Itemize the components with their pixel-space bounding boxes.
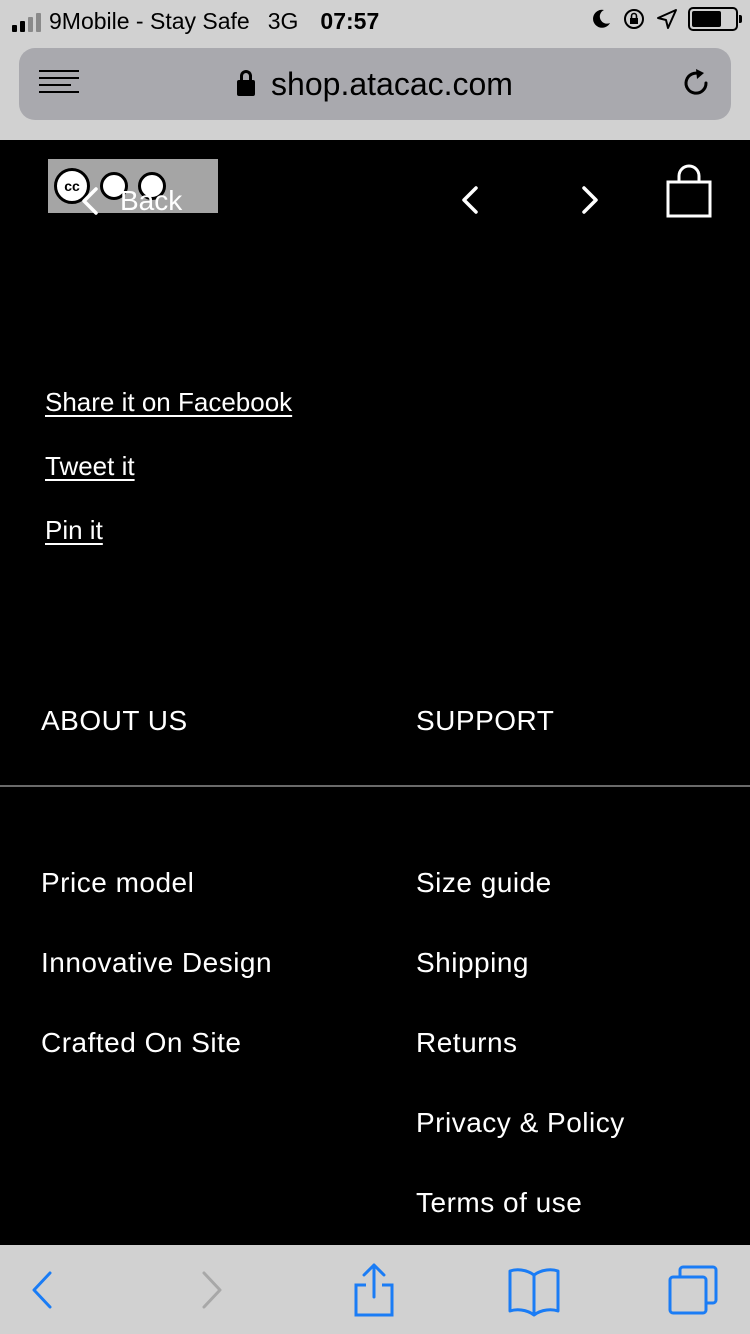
footer-link-innovative-design[interactable]: Innovative Design	[41, 947, 272, 979]
status-time: 07:57	[320, 8, 380, 34]
share-icon[interactable]	[346, 1263, 402, 1317]
footer-link-shipping[interactable]: Shipping	[416, 947, 529, 979]
carrier-name: 9Mobile - Stay Safe	[49, 8, 250, 34]
share-twitter-link[interactable]: Tweet it	[45, 451, 135, 482]
back-link[interactable]: Back	[70, 180, 182, 222]
about-us-heading: ABOUT US	[41, 705, 188, 736]
url-field[interactable]: shop.atacac.com	[19, 48, 731, 120]
status-right	[590, 7, 742, 31]
footer-link-size-guide[interactable]: Size guide	[416, 867, 552, 899]
share-facebook-link[interactable]: Share it on Facebook	[45, 387, 292, 418]
footer-link-returns[interactable]: Returns	[416, 1027, 518, 1059]
moon-icon	[593, 9, 610, 28]
support-heading: SUPPORT	[416, 705, 555, 736]
status-left: 9Mobile - Stay Safe 3G 07:57	[12, 8, 379, 35]
browser-forward-icon[interactable]	[184, 1263, 240, 1317]
chevron-left-icon	[82, 187, 98, 215]
browser-address-bar: shop.atacac.com	[0, 40, 750, 140]
network-type: 3G	[267, 8, 299, 34]
location-arrow-icon	[657, 9, 677, 29]
url-display[interactable]: shop.atacac.com	[19, 66, 731, 103]
lock-icon	[237, 70, 256, 96]
footer-link-terms-of-use[interactable]: Terms of use	[416, 1187, 582, 1219]
footer-divider	[0, 785, 750, 787]
reload-icon[interactable]	[679, 66, 713, 100]
previous-product-chevron-icon[interactable]	[450, 180, 490, 220]
browser-toolbar	[0, 1245, 750, 1334]
shopping-bag-icon[interactable]	[666, 164, 712, 218]
rotation-lock-icon	[624, 9, 644, 29]
browser-back-icon[interactable]	[16, 1263, 72, 1317]
url-text: shop.atacac.com	[271, 66, 513, 102]
signal-strength-icon	[12, 12, 41, 32]
battery-icon	[688, 7, 742, 31]
footer-link-price-model[interactable]: Price model	[41, 867, 194, 899]
footer-link-privacy-policy[interactable]: Privacy & Policy	[416, 1107, 625, 1139]
share-pinterest-link[interactable]: Pin it	[45, 515, 103, 546]
tabs-icon[interactable]	[666, 1263, 722, 1317]
footer-link-crafted-on-site[interactable]: Crafted On Site	[41, 1027, 241, 1059]
status-bar: 9Mobile - Stay Safe 3G 07:57	[0, 0, 750, 40]
bookmarks-icon[interactable]	[506, 1263, 562, 1317]
back-label: Back	[120, 185, 183, 216]
next-product-chevron-icon[interactable]	[570, 180, 610, 220]
